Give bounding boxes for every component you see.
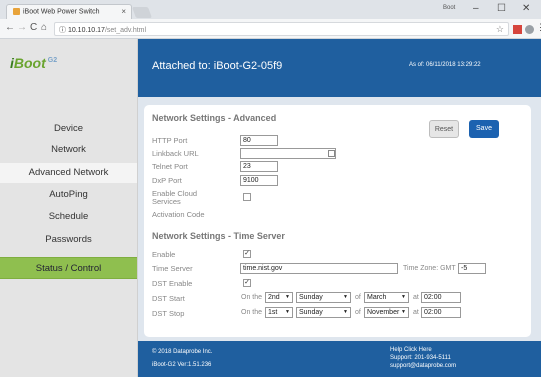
chevron-down-icon: ▼	[343, 309, 348, 315]
version-text: iBoot-G2 Ver:1.51.236	[152, 362, 212, 368]
dst-stop-label: DST Stop	[152, 309, 185, 318]
selected-value: Sunday	[299, 309, 323, 316]
logo-brand: Boot	[13, 55, 46, 71]
dst-start-month-select[interactable]: March ▼	[364, 292, 409, 303]
dst-stop-day-select[interactable]: Sunday ▼	[296, 307, 351, 318]
sidebar-item-autoping[interactable]: AutoPing	[0, 185, 137, 205]
browser-menu-icon[interactable]: ⋮	[536, 22, 541, 33]
selected-value: November	[367, 309, 400, 316]
page-header: Attached to: iBoot-G2-05f9 As of: 06/11/…	[138, 39, 541, 97]
chevron-down-icon: ▼	[401, 309, 406, 315]
sidebar-item-network[interactable]: Network	[0, 140, 137, 160]
dst-stop-week-select[interactable]: 1st ▼	[265, 307, 293, 318]
sidebar: iBoot G2 Device Network Advanced Network …	[0, 39, 138, 377]
chevron-down-icon: ▼	[401, 294, 406, 300]
site-favicon-icon	[13, 8, 20, 15]
browser-tab[interactable]: iBoot Web Power Switch ×	[6, 4, 132, 20]
url-host: 10.10.10.17	[67, 27, 105, 34]
address-bar: ← → C ⌂ ⓘ 10.10.10.17/set_adv.html ☆ ⋮	[0, 19, 541, 39]
extension-icon[interactable]	[513, 25, 522, 34]
dst-start-week-select[interactable]: 2nd ▼	[265, 292, 293, 303]
reset-button[interactable]: Reset	[429, 120, 459, 138]
enable-label: Enable	[152, 250, 176, 259]
selected-value: March	[367, 294, 387, 301]
at-text: at	[413, 309, 419, 316]
site-info-icon[interactable]: ⓘ	[59, 27, 66, 34]
dxp-port-input[interactable]: 9100	[240, 175, 278, 186]
time-server-input[interactable]: time.nist.gov	[240, 263, 398, 274]
new-tab-button[interactable]	[131, 7, 153, 18]
page-footer: © 2018 Dataprobe Inc. iBoot-G2 Ver:1.51.…	[138, 341, 541, 377]
dxp-port-label: DxP Port	[152, 176, 182, 185]
time-zone-label: Time Zone: GMT	[403, 265, 456, 272]
of-text: of	[355, 294, 361, 301]
chevron-down-icon: ▼	[343, 294, 348, 300]
iboot-logo[interactable]: iBoot G2	[10, 55, 57, 71]
reload-icon[interactable]: C	[30, 22, 37, 33]
logo-suffix: G2	[47, 57, 58, 65]
support-email-link[interactable]: support@dataprobe.com	[390, 363, 456, 369]
time-server-label: Time Server	[152, 264, 193, 273]
forward-icon[interactable]: →	[17, 22, 27, 33]
url-input[interactable]: ⓘ 10.10.10.17/set_adv.html ☆	[54, 22, 509, 36]
timestamp: As of: 06/11/2018 13:29:22	[409, 62, 481, 68]
on-the-text: On the	[241, 309, 263, 316]
bookmark-star-icon[interactable]: ☆	[496, 24, 504, 35]
help-link[interactable]: Help Click Here	[390, 347, 432, 353]
dst-enable-label: DST Enable	[152, 279, 193, 288]
sidebar-item-device[interactable]: Device	[0, 119, 137, 139]
enable-checkbox[interactable]: ✓	[243, 250, 251, 258]
tab-close-icon[interactable]: ×	[121, 7, 126, 16]
dst-enable-checkbox[interactable]: ✓	[243, 279, 251, 287]
telnet-port-input[interactable]: 23	[240, 161, 278, 172]
minimize-icon[interactable]: –	[473, 3, 479, 14]
time-server-section-title: Network Settings - Time Server	[152, 231, 285, 241]
attached-device-title: Attached to: iBoot-G2-05f9	[152, 60, 283, 72]
home-icon[interactable]: ⌂	[41, 22, 47, 33]
url-path: /set_adv.html	[104, 27, 147, 34]
linkback-url-label: Linkback URL	[152, 149, 199, 158]
on-the-text: On the	[241, 294, 263, 301]
save-button[interactable]: Save	[469, 120, 499, 138]
resize-handle-icon[interactable]	[328, 150, 335, 157]
selected-value: Sunday	[299, 294, 323, 301]
chevron-down-icon: ▼	[285, 294, 290, 300]
sidebar-item-passwords[interactable]: Passwords	[0, 230, 137, 250]
settings-panel: Network Settings - Advanced Reset Save H…	[144, 105, 531, 337]
of-text: of	[355, 309, 361, 316]
browser-tab-bar: iBoot Web Power Switch × Boot – ☐ ✕	[0, 0, 541, 20]
tab-title: iBoot Web Power Switch	[23, 8, 100, 16]
selected-value: 1st	[268, 309, 278, 316]
support-phone: Support: 201-934-5111	[390, 355, 451, 361]
sidebar-item-status-control[interactable]: Status / Control	[0, 257, 137, 279]
main-content: Network Settings - Advanced Reset Save H…	[138, 97, 541, 341]
browser-profile-name[interactable]: Boot	[443, 5, 455, 11]
advanced-section-title: Network Settings - Advanced	[152, 113, 277, 123]
dst-stop-month-select[interactable]: November ▼	[364, 307, 409, 318]
dst-start-label: DST Start	[152, 294, 185, 303]
activation-code-label: Activation Code	[152, 210, 205, 219]
cloud-services-label: Services	[152, 197, 181, 206]
back-icon[interactable]: ←	[5, 22, 15, 33]
dst-stop-time-input[interactable]: 02:00	[421, 307, 461, 318]
sidebar-item-advanced-network[interactable]: Advanced Network	[0, 163, 137, 183]
maximize-icon[interactable]: ☐	[497, 3, 506, 14]
http-port-input[interactable]: 80	[240, 135, 278, 146]
extension-icon[interactable]	[525, 25, 534, 34]
sidebar-item-schedule[interactable]: Schedule	[0, 207, 137, 227]
chevron-down-icon: ▼	[285, 309, 290, 315]
selected-value: 2nd	[268, 294, 280, 301]
telnet-port-label: Telnet Port	[152, 162, 188, 171]
linkback-url-input[interactable]	[240, 148, 336, 159]
http-port-label: HTTP Port	[152, 136, 188, 145]
close-window-icon[interactable]: ✕	[522, 3, 530, 14]
dst-start-time-input[interactable]: 02:00	[421, 292, 461, 303]
dst-start-day-select[interactable]: Sunday ▼	[296, 292, 351, 303]
time-zone-input[interactable]: -5	[458, 263, 486, 274]
at-text: at	[413, 294, 419, 301]
cloud-services-checkbox[interactable]	[243, 193, 251, 201]
copyright-text: © 2018 Dataprobe Inc.	[152, 349, 213, 355]
